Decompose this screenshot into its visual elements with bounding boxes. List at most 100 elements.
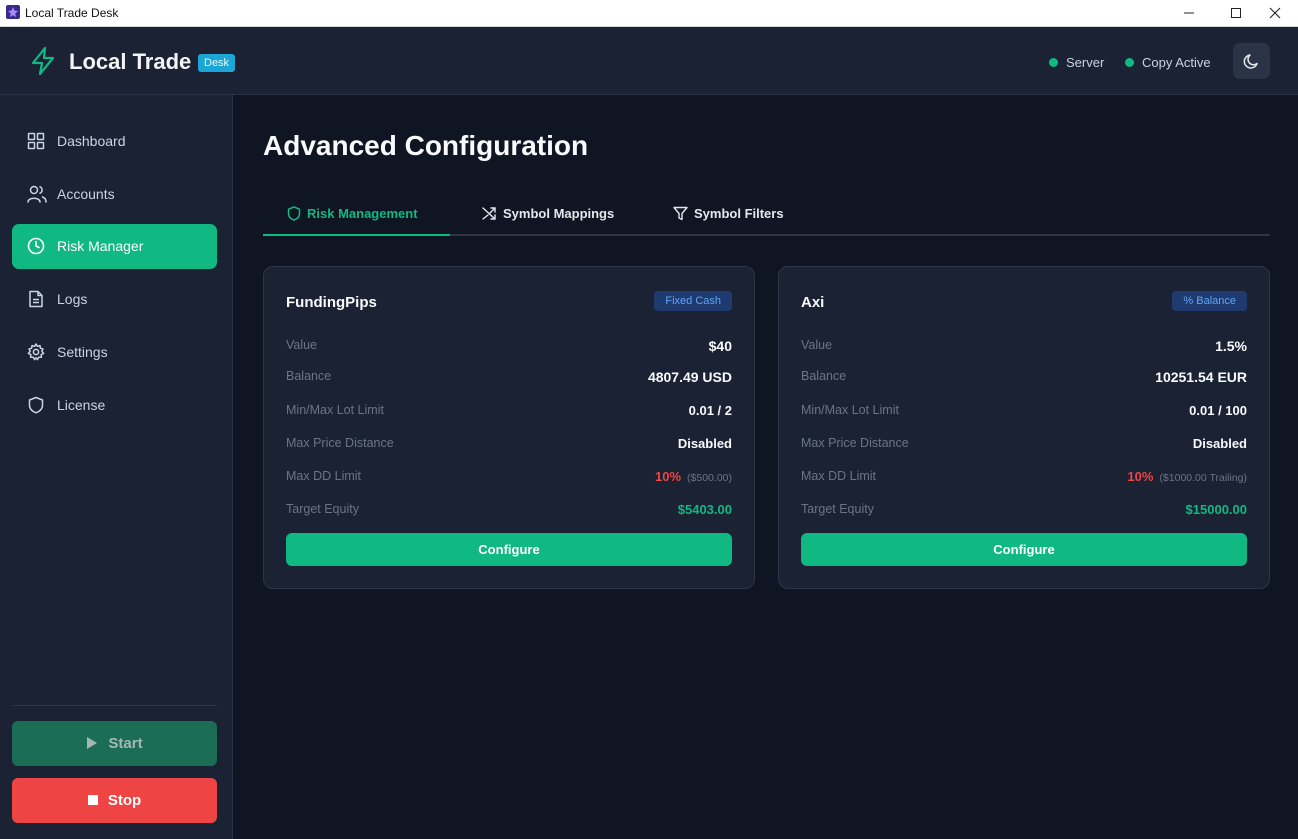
stop-icon — [87, 795, 98, 806]
value-row: Value $40 — [286, 338, 732, 356]
tab-symbol-filters[interactable]: Symbol Filters — [673, 206, 784, 221]
users-icon — [27, 185, 47, 203]
row-value: 4807.49 USD — [647, 369, 732, 385]
row-label: Target Equity — [286, 502, 359, 516]
row-label: Min/Max Lot Limit — [286, 403, 384, 417]
dd-percent: 10% — [1127, 469, 1154, 484]
risk-type-badge: % Balance — [1172, 291, 1247, 311]
sidebar-item-label: License — [57, 397, 106, 413]
sidebar-item-label: Logs — [57, 291, 88, 307]
configure-button[interactable]: Configure — [801, 533, 1247, 566]
lot-limit-row: Min/Max Lot Limit 0.01 / 2 — [286, 403, 732, 421]
grid-icon — [27, 132, 45, 150]
balance-row: Balance 10251.54 EUR — [801, 369, 1247, 387]
start-button-label: Start — [108, 735, 143, 752]
balance-row: Balance 4807.49 USD — [286, 369, 732, 387]
row-value: $5403.00 — [677, 502, 732, 517]
sidebar-item-label: Risk Manager — [57, 238, 144, 254]
copy-status-dot — [1125, 58, 1134, 67]
row-value: 0.01 / 2 — [688, 403, 732, 418]
clock-icon — [27, 237, 45, 255]
row-label: Max Price Distance — [286, 436, 394, 450]
window-title: Local Trade Desk — [25, 6, 119, 20]
account-name: FundingPips — [286, 294, 377, 311]
row-value: 10251.54 EUR — [1155, 369, 1247, 385]
moon-icon — [1243, 54, 1258, 69]
brand-badge: Desk — [198, 54, 236, 72]
dd-percent: 10% — [655, 469, 682, 484]
sidebar: Dashboard Accounts Risk Manager Logs Set… — [0, 95, 233, 839]
sidebar-item-license[interactable]: License — [12, 383, 217, 428]
dd-limit-row: Max DD Limit 10% ($500.00) — [286, 469, 732, 487]
minimize-icon — [1184, 12, 1194, 14]
sidebar-item-label: Settings — [57, 344, 108, 360]
maximize-icon — [1231, 8, 1241, 18]
sidebar-item-accounts[interactable]: Accounts — [12, 172, 217, 217]
dd-limit-row: Max DD Limit 10% ($1000.00 Trailing) — [801, 469, 1247, 487]
stop-button[interactable]: Stop — [12, 778, 217, 823]
tab-label: Risk Management — [307, 206, 418, 221]
sidebar-divider — [12, 705, 217, 706]
lightning-icon — [31, 46, 55, 76]
server-status-label: Server — [1066, 55, 1105, 70]
minimize-button[interactable] — [1166, 0, 1212, 26]
price-distance-row: Max Price Distance Disabled — [801, 436, 1247, 454]
row-value: Disabled — [1192, 436, 1247, 451]
document-icon — [29, 290, 43, 308]
close-button[interactable] — [1252, 0, 1298, 26]
sidebar-item-dashboard[interactable]: Dashboard — [12, 119, 217, 164]
server-status: Server — [1049, 55, 1104, 70]
brand-name: Local Trade — [69, 49, 192, 74]
start-button[interactable]: Start — [12, 721, 217, 766]
row-value: $40 — [708, 338, 732, 354]
row-value: $15000.00 — [1185, 502, 1247, 517]
app-icon — [6, 5, 20, 19]
server-status-dot — [1049, 58, 1058, 67]
shield-icon — [28, 396, 44, 414]
value-row: Value 1.5% — [801, 338, 1247, 356]
sidebar-item-label: Dashboard — [57, 133, 126, 149]
row-label: Max DD Limit — [286, 469, 362, 483]
row-value: Disabled — [677, 436, 732, 451]
copy-status: Copy Active — [1125, 55, 1211, 70]
row-label: Max DD Limit — [801, 469, 877, 483]
tab-label: Symbol Filters — [694, 206, 784, 221]
sidebar-item-settings[interactable]: Settings — [12, 330, 217, 375]
stop-button-label: Stop — [107, 792, 142, 809]
theme-toggle-button[interactable] — [1233, 43, 1270, 79]
play-icon — [87, 737, 98, 750]
filter-icon — [673, 206, 688, 221]
row-label: Value — [801, 338, 833, 352]
configure-button[interactable]: Configure — [286, 533, 732, 566]
target-equity-row: Target Equity $15000.00 — [801, 502, 1247, 520]
close-icon — [1269, 7, 1281, 19]
row-label: Value — [286, 338, 318, 352]
account-card-fundingpips: FundingPips Fixed Cash Value $40 Balance… — [263, 266, 755, 589]
window-titlebar: Local Trade Desk — [0, 0, 1298, 27]
tab-symbol-mappings[interactable]: Symbol Mappings — [482, 206, 614, 221]
sidebar-item-logs[interactable]: Logs — [12, 277, 217, 322]
active-tab-indicator — [263, 234, 450, 236]
row-label: Max Price Distance — [801, 436, 909, 450]
shuffle-icon — [482, 207, 496, 220]
copy-status-label: Copy Active — [1142, 55, 1211, 70]
row-label: Min/Max Lot Limit — [801, 403, 899, 417]
row-value: 10% ($500.00) — [655, 469, 732, 484]
target-equity-row: Target Equity $5403.00 — [286, 502, 732, 520]
lot-limit-row: Min/Max Lot Limit 0.01 / 100 — [801, 403, 1247, 421]
row-value: 0.01 / 100 — [1189, 403, 1247, 418]
row-value: 1.5% — [1215, 338, 1247, 354]
row-label: Target Equity — [801, 502, 874, 516]
sidebar-item-risk-manager[interactable]: Risk Manager — [12, 224, 217, 269]
tab-label: Symbol Mappings — [503, 206, 615, 221]
account-card-axi: Axi % Balance Value 1.5% Balance 10251.5… — [778, 266, 1270, 589]
gear-icon — [27, 343, 45, 361]
page-title: Advanced Configuration — [263, 130, 589, 161]
account-name: Axi — [801, 294, 825, 311]
dd-detail: ($1000.00 Trailing) — [1159, 472, 1247, 484]
row-label: Balance — [286, 369, 332, 383]
app-header: Local Trade Desk Server Copy Active — [0, 27, 1298, 95]
price-distance-row: Max Price Distance Disabled — [286, 436, 732, 454]
row-value: 10% ($1000.00 Trailing) — [1127, 469, 1247, 484]
tab-risk-management[interactable]: Risk Management — [287, 206, 418, 221]
